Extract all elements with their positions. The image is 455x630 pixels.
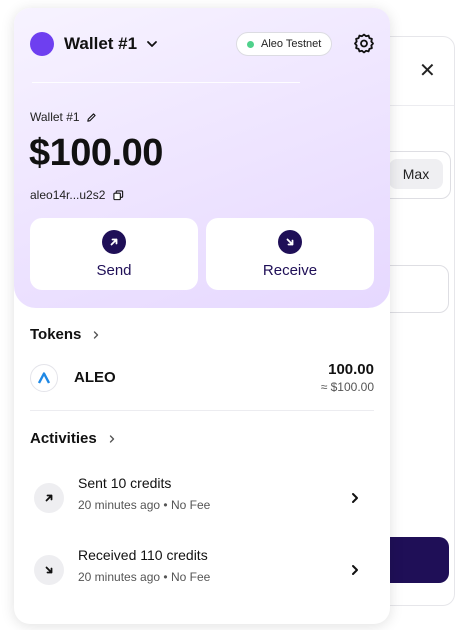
network-badge[interactable]: Aleo Testnet: [236, 32, 333, 56]
chevron-down-icon[interactable]: [145, 37, 159, 51]
activity-meta: 20 minutes ago • No Fee: [78, 570, 211, 584]
chevron-right-icon: [109, 434, 114, 443]
activity-title: Sent 10 credits: [78, 475, 172, 491]
tokens-section-title[interactable]: Tokens: [30, 326, 101, 343]
address-row: aleo14r...u2s2: [30, 188, 124, 202]
arrow-down-right-icon: [34, 555, 64, 585]
wallet-selector-label[interactable]: Wallet #1: [64, 34, 137, 54]
token-amount: 100.00: [328, 361, 374, 378]
network-status-dot: [247, 41, 254, 48]
token-usd-value: ≈ $100.00: [320, 380, 374, 394]
activity-row[interactable]: Sent 10 credits 20 minutes ago • No Fee: [30, 475, 374, 527]
token-row-aleo[interactable]: ALEO 100.00 ≈ $100.00: [30, 360, 374, 400]
gear-icon[interactable]: [352, 32, 376, 56]
activities-section-title[interactable]: Activities: [30, 430, 117, 447]
arrow-down-right-icon: [278, 230, 302, 254]
balance-amount: $100.00: [29, 132, 163, 174]
wallet-popup: Wallet #1 Aleo Testnet Wallet #1 $100.00…: [14, 8, 390, 624]
account-name: Wallet #1: [30, 110, 80, 124]
aleo-logo-icon: [30, 364, 58, 392]
tokens-title: Tokens: [30, 326, 82, 343]
send-button[interactable]: Send: [30, 218, 198, 290]
send-label: Send: [96, 262, 132, 279]
activity-row[interactable]: Received 110 credits 20 minutes ago • No…: [30, 547, 374, 599]
copy-icon[interactable]: [113, 189, 124, 201]
activity-fee: No Fee: [170, 570, 211, 584]
token-symbol: ALEO: [74, 369, 116, 386]
activity-fee: No Fee: [170, 498, 211, 512]
account-label: Wallet #1: [30, 110, 97, 124]
chevron-right-icon: [94, 330, 99, 339]
activity-meta: 20 minutes ago • No Fee: [78, 498, 211, 512]
wallet-address: aleo14r...u2s2: [30, 188, 106, 202]
arrow-up-right-icon: [34, 483, 64, 513]
chevron-right-icon[interactable]: [350, 564, 360, 576]
activities-title: Activities: [30, 430, 97, 447]
activity-time: 20 minutes ago: [78, 498, 161, 512]
arrow-up-right-icon: [102, 230, 126, 254]
section-divider: [30, 410, 374, 411]
chevron-right-icon[interactable]: [350, 492, 360, 504]
wallet-avatar[interactable]: [30, 32, 54, 56]
header-divider: [32, 82, 300, 83]
close-icon[interactable]: ✕: [419, 61, 436, 81]
activity-title: Received 110 credits: [78, 547, 208, 563]
wallet-header: Wallet #1 Aleo Testnet: [30, 30, 374, 58]
max-button[interactable]: Max: [389, 159, 443, 189]
receive-label: Receive: [262, 262, 318, 279]
activity-time: 20 minutes ago: [78, 570, 161, 584]
network-label: Aleo Testnet: [261, 38, 322, 50]
pencil-icon[interactable]: [86, 112, 97, 123]
receive-button[interactable]: Receive: [206, 218, 374, 290]
